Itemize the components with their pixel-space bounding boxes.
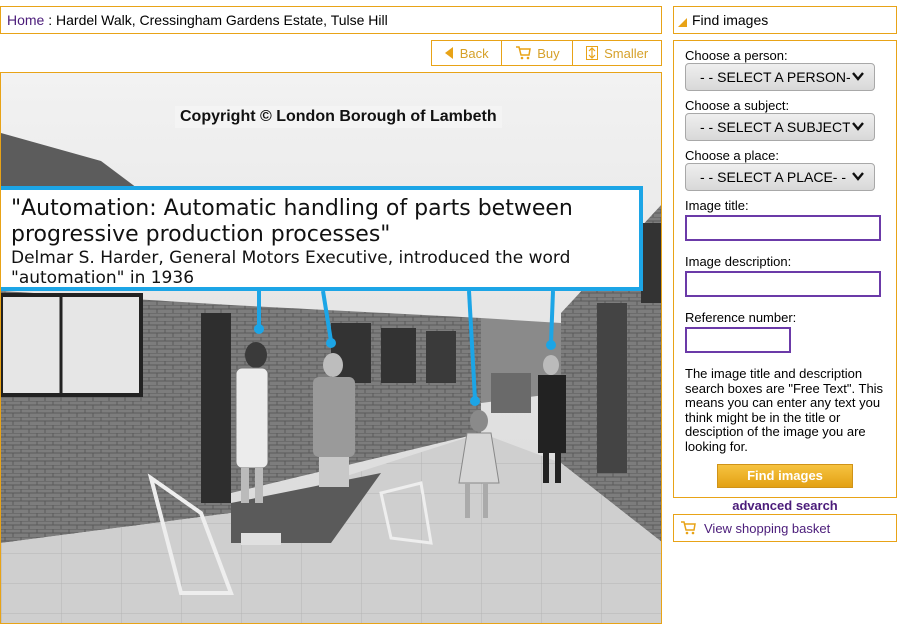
smaller-button[interactable]: Smaller [573,41,661,65]
advanced-search-link[interactable]: advanced search [685,498,885,513]
image-panel: Copyright © London Borough of Lambeth "A… [0,72,662,624]
image-title-input[interactable] [685,215,881,241]
place-select-value: - - SELECT A PLACE- - [700,169,847,185]
subject-label: Choose a subject: [685,98,790,113]
back-arrow-icon [444,47,453,59]
view-basket-link[interactable]: View shopping basket [704,521,830,536]
quote-attribution: Delmar S. Harder, General Motors Executi… [11,248,571,288]
chevron-down-icon [852,172,864,181]
place-label: Choose a place: [685,148,779,163]
search-help-text: The image title and description search b… [685,366,884,454]
quote-title: "Automation: Automatic handling of parts… [11,196,573,247]
resize-icon [586,46,599,60]
reference-label: Reference number: [685,310,797,325]
chevron-down-icon [852,122,864,131]
find-images-title: Find images [692,12,769,28]
buy-label: Buy [537,45,560,61]
person-select[interactable]: - - SELECT A PERSON- - [685,63,875,91]
subject-select[interactable]: - - SELECT A SUBJECT- - [685,113,875,141]
smaller-label: Smaller [604,45,649,61]
person-select-value: - - SELECT A PERSON- - [700,69,850,85]
home-link[interactable]: Home [7,12,44,28]
person-label: Choose a person: [685,48,788,63]
find-images-header: Find images [673,6,897,34]
description-label: Image description: [685,254,792,269]
cart-icon [516,46,532,60]
back-label: Back [459,45,489,61]
breadcrumb-separator: : [48,12,53,28]
back-button[interactable]: Back [432,41,503,65]
title-label: Image title: [685,198,749,213]
find-images-button[interactable]: Find images [717,464,853,488]
place-select[interactable]: - - SELECT A PLACE- - [685,163,875,191]
quote-overlay: "Automation: Automatic handling of parts… [1,186,643,291]
image-toolbar: Back Buy Smaller [431,40,662,66]
subject-select-value: - - SELECT A SUBJECT- - [700,119,850,135]
reference-number-input[interactable] [685,327,791,353]
cart-icon [681,521,696,535]
shopping-basket-box: View shopping basket [673,514,897,542]
search-panel: Choose a person: - - SELECT A PERSON- - … [673,40,897,513]
chevron-down-icon [852,72,864,81]
breadcrumb: Home : Hardel Walk, Cressingham Gardens … [0,6,662,34]
copyright-notice: Copyright © London Borough of Lambeth [175,106,502,128]
image-description-input[interactable] [685,271,881,297]
street-photo [1,73,661,623]
buy-button[interactable]: Buy [502,41,574,65]
breadcrumb-current: Hardel Walk, Cressingham Gardens Estate,… [56,12,388,28]
corner-triangle-icon [678,18,687,27]
